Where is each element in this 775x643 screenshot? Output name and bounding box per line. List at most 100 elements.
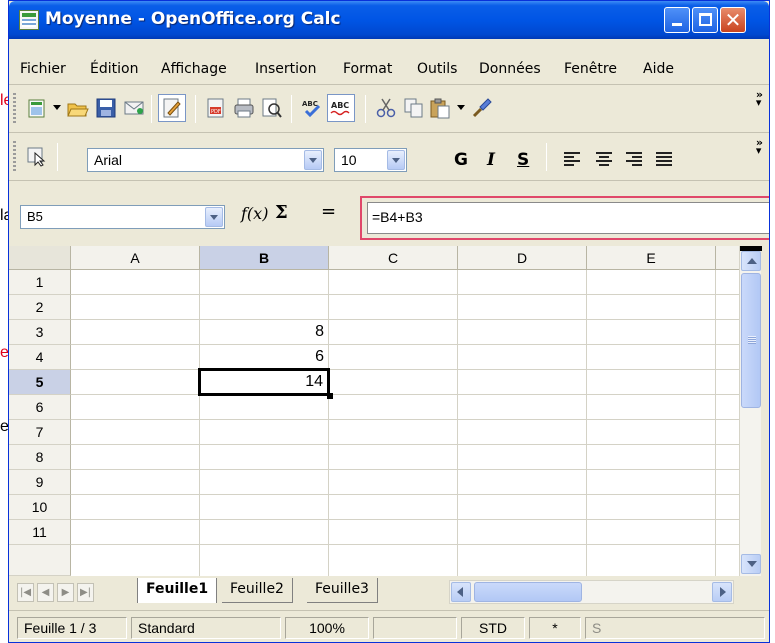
row-header-7[interactable]: 7 — [9, 420, 71, 445]
menu-donnees[interactable]: Données — [479, 61, 541, 77]
scroll-down-button[interactable] — [741, 554, 761, 574]
sheet-tab-feuille3[interactable]: Feuille3 — [307, 578, 378, 603]
justify-icon[interactable] — [653, 148, 675, 170]
align-left-icon[interactable] — [561, 148, 583, 170]
first-sheet-button[interactable]: |◀ — [17, 583, 34, 602]
minimize-button[interactable] — [664, 7, 690, 33]
row-header-5[interactable]: 5 — [9, 370, 71, 395]
menu-outils[interactable]: Outils — [417, 61, 457, 77]
maximize-button[interactable] — [692, 7, 718, 33]
horizontal-scrollbar[interactable] — [449, 580, 734, 604]
previous-sheet-button[interactable]: ◀ — [37, 583, 54, 602]
email-icon[interactable] — [123, 97, 145, 119]
menu-edition[interactable]: Édition — [90, 61, 138, 77]
row-header-3[interactable]: 3 — [9, 320, 71, 345]
toolbar-overflow-button[interactable]: » ▾ — [756, 89, 763, 108]
close-button[interactable]: ✕ — [720, 7, 746, 33]
calc-app-icon[interactable] — [19, 10, 39, 30]
cut-icon[interactable] — [375, 97, 397, 119]
row-header-partial[interactable] — [9, 545, 71, 576]
column-header-c[interactable]: C — [329, 246, 458, 270]
new-dropdown-arrow[interactable] — [53, 105, 61, 110]
status-zoom[interactable]: 100% — [285, 617, 369, 639]
italic-button[interactable]: I — [487, 150, 495, 170]
row-header-4[interactable]: 4 — [9, 345, 71, 370]
scroll-up-button[interactable] — [741, 251, 761, 271]
bold-button[interactable]: G — [454, 150, 468, 170]
last-sheet-button[interactable]: ▶| — [77, 583, 94, 602]
format-toolbar-overflow-button[interactable]: » ▾ — [756, 137, 763, 156]
menu-fichier[interactable]: Fichier — [20, 61, 66, 77]
scroll-right-button[interactable] — [712, 582, 732, 602]
function-wizard-icon[interactable]: f(x) — [241, 204, 268, 223]
row-header-2[interactable]: 2 — [9, 295, 71, 320]
paste-icon[interactable] — [429, 97, 451, 119]
paste-dropdown-arrow[interactable] — [457, 105, 465, 110]
copy-icon[interactable] — [403, 97, 425, 119]
toolbar-grip[interactable] — [13, 141, 16, 171]
styles-and-formatting-icon[interactable] — [26, 145, 48, 167]
cell-b5-selected[interactable]: 14 — [198, 368, 330, 396]
font-size-dropdown-button[interactable] — [387, 150, 405, 170]
sum-icon[interactable]: Σ — [275, 202, 288, 223]
menu-aide[interactable]: Aide — [643, 61, 674, 77]
align-right-icon[interactable] — [623, 148, 645, 170]
vertical-scrollbar[interactable] — [739, 246, 762, 576]
underline-button[interactable]: S — [517, 150, 529, 170]
menu-insertion[interactable]: Insertion — [255, 61, 316, 77]
export-pdf-icon[interactable]: PDF — [205, 97, 227, 119]
svg-text:ABC: ABC — [302, 100, 318, 108]
toolbar-grip[interactable] — [13, 93, 16, 123]
sheet-tab-feuille2[interactable]: Feuille2 — [222, 578, 293, 603]
spellcheck-icon[interactable]: ABC — [301, 97, 323, 119]
edit-mode-icon[interactable] — [158, 94, 186, 122]
grid-line — [71, 319, 747, 320]
name-box-dropdown-button[interactable] — [205, 207, 223, 227]
grid-line — [71, 344, 747, 345]
column-header-a[interactable]: A — [71, 246, 200, 270]
status-insert-mode[interactable] — [373, 617, 457, 639]
page-preview-icon[interactable] — [261, 97, 283, 119]
column-header-b[interactable]: B — [200, 246, 329, 270]
save-disk-icon[interactable] — [95, 97, 117, 119]
font-name-combobox[interactable]: Arial — [87, 148, 324, 172]
scroll-left-button[interactable] — [451, 582, 471, 602]
column-header-e[interactable]: E — [587, 246, 716, 270]
font-name-dropdown-button[interactable] — [304, 150, 322, 170]
grid-line — [71, 469, 747, 470]
clone-format-brush-icon[interactable] — [471, 97, 493, 119]
name-box[interactable]: B5 — [20, 205, 225, 229]
menu-affichage[interactable]: Affichage — [161, 61, 227, 77]
sheet-tab-feuille1[interactable]: Feuille1 — [137, 578, 218, 603]
row-header-8[interactable]: 8 — [9, 445, 71, 470]
autospellcheck-icon[interactable]: ABC — [327, 94, 355, 122]
column-header-d[interactable]: D — [458, 246, 587, 270]
title-bar[interactable]: Moyenne - OpenOffice.org Calc ✕ — [9, 1, 769, 39]
fill-handle[interactable] — [327, 393, 333, 399]
print-icon[interactable] — [233, 97, 255, 119]
spreadsheet-grid[interactable]: A B C D E 1 2 3 4 5 6 7 8 9 10 11 8 6 14 — [9, 246, 747, 576]
row-header-11[interactable]: 11 — [9, 520, 71, 545]
row-header-6[interactable]: 6 — [9, 395, 71, 420]
status-page-style[interactable]: Standard — [131, 617, 281, 639]
vertical-scroll-thumb[interactable] — [741, 273, 761, 408]
open-folder-icon[interactable] — [67, 97, 89, 119]
formula-input[interactable]: =B4+B3 — [367, 202, 769, 234]
cell-b3[interactable]: 8 — [200, 320, 328, 344]
horizontal-scroll-thumb[interactable] — [474, 582, 582, 602]
menu-format[interactable]: Format — [343, 61, 392, 77]
row-header-10[interactable]: 10 — [9, 495, 71, 520]
new-document-icon[interactable] — [26, 97, 48, 119]
status-selection-mode[interactable]: STD — [461, 617, 525, 639]
menu-fenetre[interactable]: Fenêtre — [564, 61, 617, 77]
font-size-combobox[interactable]: 10 — [334, 148, 407, 172]
align-center-icon[interactable] — [593, 148, 615, 170]
row-header-1[interactable]: 1 — [9, 270, 71, 295]
row-header-9[interactable]: 9 — [9, 470, 71, 495]
next-sheet-button[interactable]: ▶ — [57, 583, 74, 602]
grid-line — [71, 419, 747, 420]
cell-b4[interactable]: 6 — [200, 345, 328, 369]
function-icon[interactable]: = — [321, 201, 336, 222]
menu-bar: Fichier Édition Affichage Insertion Form… — [9, 39, 769, 85]
select-all-corner[interactable] — [9, 246, 71, 270]
